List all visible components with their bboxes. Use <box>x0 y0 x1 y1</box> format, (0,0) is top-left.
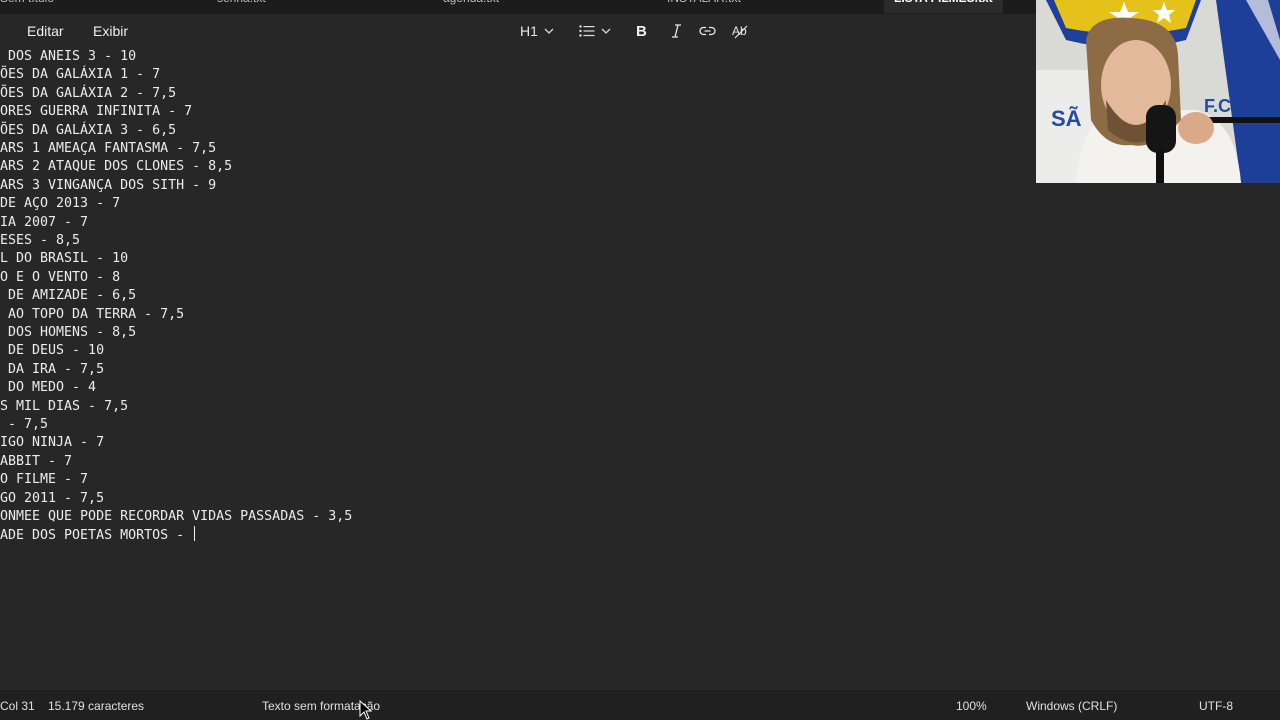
document-line: O E O VENTO - 8 <box>0 269 121 285</box>
tab-sem-titulo[interactable]: Sem título <box>0 0 54 13</box>
document-line: - 7,5 <box>0 417 49 432</box>
status-column: Col 31 <box>0 699 35 713</box>
document-line: ÕES DA GALÁXIA 2 - 7,5 <box>0 85 177 101</box>
link-icon <box>699 26 716 36</box>
document-line: ARS 1 AMEAÇA FANTASMA - 7,5 <box>0 141 217 156</box>
document-line: DOS HOMENS - 8,5 <box>0 325 137 340</box>
webcam-overlay: SÃ F.C <box>1036 0 1280 183</box>
document-line: GO 2011 - 7,5 <box>0 490 105 506</box>
tab-senha[interactable]: senha.txt <box>217 0 266 13</box>
document-line: ABBIT - 7 <box>0 453 73 469</box>
document-line: S MIL DIAS - 7,5 <box>0 398 129 414</box>
document-line: ONMEE QUE PODE RECORDAR VIDAS PASSADAS -… <box>0 509 353 524</box>
webcam-image: SÃ F.C <box>1036 0 1280 183</box>
document-line: DE AMIZADE - 6,5 <box>0 288 137 304</box>
list-icon <box>579 25 595 37</box>
mouse-cursor-icon <box>359 700 373 720</box>
document-line: ARS 2 ATAQUE DOS CLONES - 8,5 <box>0 159 233 175</box>
status-bar: Col 31 15.179 caracteres Texto sem forma… <box>0 690 1280 720</box>
document-line-text: ADE DOS POETAS MORTOS - <box>0 528 193 544</box>
document-line: L DO BRASIL - 10 <box>0 251 129 267</box>
chevron-down-icon <box>601 28 611 34</box>
document-line: ORES GUERRA INFINITA - 7 <box>0 104 193 120</box>
document-line: DE AÇO 2013 - 7 <box>0 196 121 212</box>
list-button[interactable] <box>579 21 611 41</box>
document-line: DOS ANEIS 3 - 10 <box>0 49 137 64</box>
document-line: O FILME - 7 <box>0 472 89 488</box>
svg-text:SÃ: SÃ <box>1051 106 1082 131</box>
menu-view[interactable]: Exibir <box>93 23 128 39</box>
document-line: IA 2007 - 7 <box>0 214 89 230</box>
italic-icon <box>672 24 681 38</box>
clear-formatting-button[interactable]: Ab <box>732 21 749 41</box>
bold-button[interactable]: B <box>636 21 648 41</box>
tab-instalar[interactable]: INSTALAR.txt <box>667 0 741 13</box>
document-line-current: ADE DOS POETAS MORTOS - <box>0 526 196 544</box>
heading-button[interactable]: H1 <box>520 21 554 41</box>
svg-text:Ab: Ab <box>732 24 747 38</box>
svg-text:F.C: F.C <box>1204 96 1231 116</box>
document-line: AO TOPO DA TERRA - 7,5 <box>0 306 185 322</box>
document-line: DE DEUS - 10 <box>0 343 105 359</box>
status-char-count: 15.179 caracteres <box>48 699 145 713</box>
document-line: DO MEDO - 4 <box>0 380 97 396</box>
status-zoom[interactable]: 100% <box>956 699 987 713</box>
status-encoding[interactable]: UTF-8 <box>1199 699 1233 713</box>
document-line: ÕES DA GALÁXIA 3 - 6,5 <box>0 122 177 138</box>
bold-icon: B <box>636 24 647 38</box>
italic-button[interactable] <box>670 21 682 41</box>
document-line: ARS 3 VINGANÇA DOS SITH - 9 <box>0 177 217 193</box>
menu-edit[interactable]: Editar <box>27 23 64 39</box>
document-line: IGO NINJA - 7 <box>0 435 105 451</box>
status-line-ending[interactable]: Windows (CRLF) <box>1026 699 1117 713</box>
svg-text:B: B <box>636 24 647 38</box>
link-button[interactable] <box>699 21 716 41</box>
text-caret <box>194 526 196 542</box>
chevron-down-icon <box>544 28 554 34</box>
tab-agenda[interactable]: agenda.txt <box>443 0 499 13</box>
heading-label: H1 <box>520 23 538 39</box>
document-line: ESES - 8,5 <box>0 233 81 248</box>
clear-formatting-icon: Ab <box>732 24 748 38</box>
document-line: DA IRA - 7,5 <box>0 361 105 377</box>
tab-lista-filmes[interactable]: LISTA FILMES.txt <box>884 0 1003 13</box>
document-line: ÕES DA GALÁXIA 1 - 7 <box>0 67 161 83</box>
